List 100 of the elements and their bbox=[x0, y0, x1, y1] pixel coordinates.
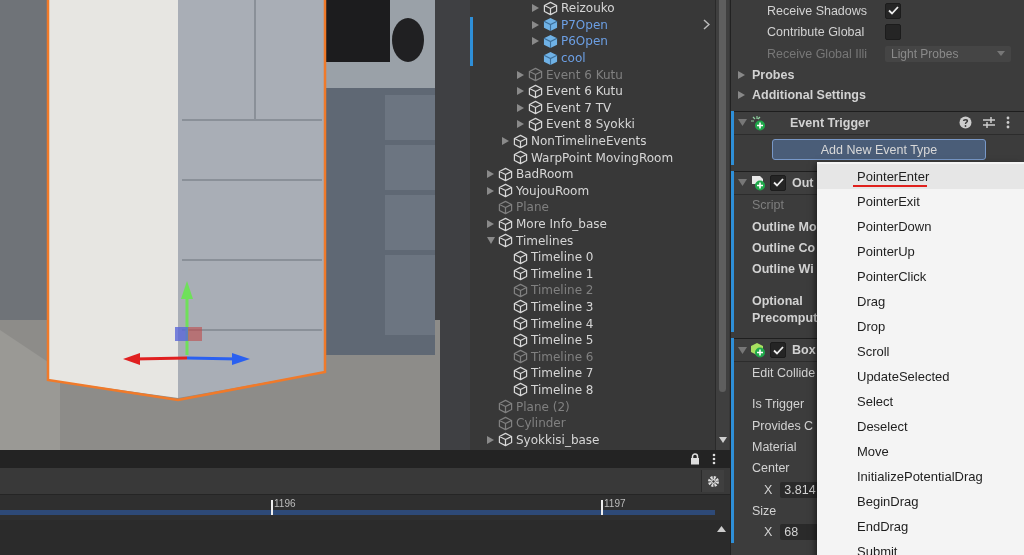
checkbox[interactable] bbox=[885, 24, 901, 41]
cube-icon bbox=[528, 116, 543, 132]
menu-item[interactable]: Deselect bbox=[817, 414, 1024, 439]
menu-item[interactable]: BeginDrag bbox=[817, 489, 1024, 514]
component-header[interactable]: Event Trigger bbox=[731, 110, 1024, 135]
cube-icon bbox=[498, 399, 513, 415]
menu-item[interactable]: PointerUp bbox=[817, 239, 1024, 264]
property-label: Material bbox=[752, 439, 797, 454]
property-label: Optional Precomput bbox=[752, 293, 819, 328]
checkbox[interactable] bbox=[770, 174, 786, 191]
menu-item[interactable]: InitializePotentialDrag bbox=[817, 464, 1024, 489]
menu-item[interactable]: PointerClick bbox=[817, 264, 1024, 289]
kebab-menu-icon[interactable] bbox=[1006, 116, 1010, 129]
menu-item[interactable]: Drag bbox=[817, 289, 1024, 314]
menu-item[interactable]: UpdateSelected bbox=[817, 364, 1024, 389]
triangle-right-icon bbox=[738, 90, 745, 99]
time-tick bbox=[271, 500, 273, 515]
hierarchy-item[interactable]: Timeline 8 bbox=[470, 381, 730, 399]
hierarchy-item[interactable]: Timeline 4 bbox=[470, 315, 730, 332]
hierarchy-item[interactable]: Timelines bbox=[470, 232, 730, 249]
component-title: Out bbox=[792, 175, 814, 190]
hierarchy-item[interactable]: Event 8 Syokki bbox=[470, 116, 730, 133]
hierarchy-item[interactable]: P6Open bbox=[470, 33, 730, 50]
property-label: Center bbox=[752, 461, 790, 476]
cube-icon bbox=[498, 199, 513, 215]
hierarchy-item[interactable]: Timeline 1 bbox=[470, 265, 730, 283]
cube-icon bbox=[513, 316, 528, 332]
triangle-down-icon[interactable] bbox=[737, 179, 747, 186]
menu-item[interactable]: EndDrag bbox=[817, 514, 1024, 539]
triangle-down-icon[interactable] bbox=[737, 119, 747, 126]
event-icon bbox=[750, 114, 766, 131]
cube-icon bbox=[498, 183, 513, 199]
help-icon[interactable] bbox=[959, 116, 972, 129]
triangle-down-icon[interactable] bbox=[737, 346, 747, 354]
cube-icon bbox=[543, 17, 558, 33]
hierarchy-item[interactable]: Timeline 0 bbox=[470, 248, 730, 266]
triangle-right-icon[interactable] bbox=[487, 435, 494, 444]
time-label: 1197 bbox=[604, 498, 626, 509]
cube-icon bbox=[513, 299, 528, 315]
hierarchy-item[interactable]: WarpPoint MovingRoom bbox=[470, 149, 730, 166]
hierarchy-item[interactable]: BadRoom bbox=[470, 165, 730, 183]
caret-icon bbox=[997, 51, 1005, 57]
lock-icon[interactable] bbox=[690, 453, 700, 465]
property-label: Outline Mo bbox=[752, 219, 817, 234]
component-title: Event Trigger bbox=[790, 115, 870, 130]
cube-icon bbox=[543, 50, 558, 66]
cube-icon bbox=[513, 150, 528, 166]
property-label: Provides C bbox=[752, 418, 814, 433]
scroll-up-icon[interactable] bbox=[717, 526, 726, 532]
cube-icon bbox=[513, 332, 528, 348]
property-label: Is Trigger bbox=[752, 397, 805, 412]
property-label: Receive Shadows bbox=[767, 3, 869, 18]
checkbox[interactable] bbox=[885, 2, 901, 19]
hierarchy-item[interactable]: Timeline 5 bbox=[470, 331, 730, 349]
hierarchy-item[interactable]: Syokkisi_base bbox=[470, 431, 730, 449]
cube-icon bbox=[543, 0, 558, 16]
gear-icon bbox=[706, 474, 720, 488]
kebab-menu-icon[interactable] bbox=[712, 453, 716, 465]
sliders-icon[interactable] bbox=[982, 116, 996, 129]
menu-item[interactable]: PointerExit bbox=[817, 189, 1024, 214]
checkbox[interactable] bbox=[770, 342, 786, 359]
cube-icon bbox=[513, 266, 528, 282]
scroll-down-icon[interactable] bbox=[719, 437, 727, 443]
hierarchy-item[interactable]: NonTimelineEvents bbox=[470, 132, 730, 150]
hierarchy-item[interactable]: Event 6 Kutu bbox=[470, 82, 730, 100]
axis-label: X bbox=[764, 525, 773, 540]
scrollbar[interactable] bbox=[715, 0, 729, 450]
menu-item[interactable]: Scroll bbox=[817, 339, 1024, 364]
menu-item[interactable]: Select bbox=[817, 389, 1024, 414]
cube-icon bbox=[513, 133, 528, 149]
triangle-right-icon[interactable] bbox=[487, 220, 494, 228]
script-icon bbox=[750, 174, 766, 191]
menu-item[interactable]: Drop bbox=[817, 314, 1024, 339]
chevron-right-icon[interactable] bbox=[703, 19, 710, 31]
foldout[interactable]: Probes bbox=[731, 64, 1024, 85]
hierarchy-item[interactable]: Timeline 7 bbox=[470, 365, 730, 382]
triangle-right-icon bbox=[738, 70, 745, 79]
menu-item[interactable]: PointerEnter bbox=[817, 164, 1024, 189]
time-tick bbox=[601, 500, 603, 515]
hierarchy-item[interactable]: Event 7 TV bbox=[470, 99, 730, 117]
hierarchy-item[interactable]: P7Open bbox=[470, 16, 730, 34]
menu-item[interactable]: Move bbox=[817, 439, 1024, 464]
hierarchy-item[interactable]: YoujouRoom bbox=[470, 182, 730, 200]
hierarchy-item[interactable]: Reizouko bbox=[470, 0, 730, 17]
foldout[interactable]: Additional Settings bbox=[731, 84, 1024, 105]
box-collider-icon bbox=[750, 342, 766, 359]
menu-item[interactable]: PointerDown bbox=[817, 214, 1024, 239]
cube-icon bbox=[498, 432, 513, 448]
cube-icon bbox=[513, 365, 528, 381]
triangle-down-icon[interactable] bbox=[486, 237, 495, 245]
hierarchy-item[interactable]: cool bbox=[470, 49, 730, 67]
property-label: Edit Collide bbox=[752, 365, 816, 380]
hierarchy-item[interactable]: Timeline 3 bbox=[470, 298, 730, 316]
hierarchy-item[interactable]: More Info_base bbox=[470, 215, 730, 233]
settings-button[interactable] bbox=[701, 470, 724, 492]
property-label: Size bbox=[752, 504, 777, 519]
cube-icon bbox=[513, 249, 528, 265]
cube-icon bbox=[498, 216, 513, 232]
cube-icon bbox=[498, 415, 513, 431]
add-event-button[interactable]: Add New Event Type bbox=[772, 139, 986, 160]
